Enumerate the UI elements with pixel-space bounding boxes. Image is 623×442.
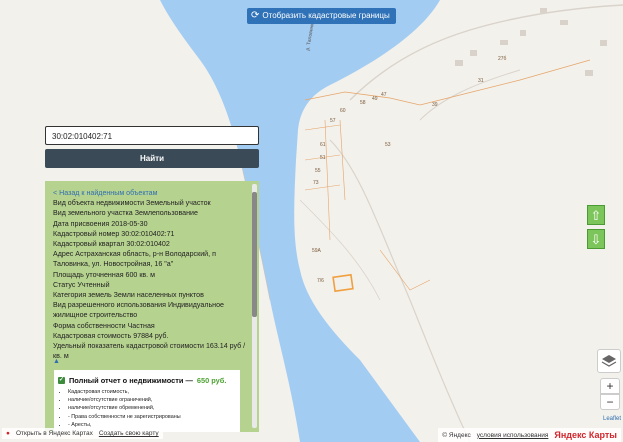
find-button[interactable]: Найти xyxy=(45,149,259,168)
map-label-57: 57 xyxy=(330,118,336,124)
footer-right: © Яндекс условия использования Яндекс Ка… xyxy=(438,428,621,442)
info-line: Вид земельного участка Землепользование xyxy=(53,209,198,218)
panel-scrollbar[interactable] xyxy=(252,184,257,428)
map-label-60: 60 xyxy=(340,108,346,114)
map-label-58: 58 xyxy=(360,100,366,106)
map-label-76: 7/6 xyxy=(317,278,324,284)
info-line: Форма собственности Частная xyxy=(53,321,155,330)
zoom-out-button[interactable]: − xyxy=(600,394,620,410)
report-items: Кадастровая стоимость, наличие/отсутстви… xyxy=(58,388,181,429)
map-label-39: 39 xyxy=(432,102,438,108)
terms-link[interactable]: условия использования xyxy=(477,432,549,439)
info-line: Кадастровый квартал 30:02:010402 xyxy=(53,240,170,249)
arrow-down-icon[interactable]: ⇩ xyxy=(587,229,605,249)
arrow-up-icon[interactable]: ⇧ xyxy=(587,205,605,225)
scrollbar-thumb[interactable] xyxy=(252,192,257,317)
info-line: Площадь уточненная 600 кв. м xyxy=(53,270,156,279)
open-in-yandex-link[interactable]: Открыть в Яндекс Картах xyxy=(16,430,93,437)
map-label-59a: 59А xyxy=(312,248,321,254)
report-checkbox[interactable]: ✓ xyxy=(58,377,65,384)
report-item: наличие/отсутствие ограничений, xyxy=(68,396,181,404)
report-header: ✓ Полный отчет о недвижимости — 650 руб. xyxy=(58,376,226,385)
info-line: Кадастровый номер 30:02:010402:71 xyxy=(53,229,175,238)
collapse-toggle[interactable]: ▲ xyxy=(53,358,60,365)
info-line: Удельный показатель кадастровой стоимост… xyxy=(53,342,246,361)
copyright-text: © Яндекс xyxy=(442,431,471,439)
zoom-in-button[interactable]: + xyxy=(600,378,620,394)
map-footer: ● Открыть в Яндекс Картах Создать свою к… xyxy=(0,428,623,442)
info-line: Адрес Астраханская область, р-н Володарс… xyxy=(53,250,216,269)
info-line: Статус Учтенный xyxy=(53,280,110,289)
map-label-53: 53 xyxy=(385,142,391,148)
full-report-card[interactable]: ✓ Полный отчет о недвижимости — 650 руб.… xyxy=(54,370,240,432)
refresh-icon: ⟳ xyxy=(251,10,260,21)
cadastral-search-input[interactable]: 30:02:010402:71 xyxy=(45,126,259,145)
show-cadastral-boundaries-label: Отобразить кадастровые границы xyxy=(262,11,390,20)
map-label-73: 73 xyxy=(313,180,319,186)
yandex-maps-logo[interactable]: Яндекс Карты xyxy=(554,430,617,440)
info-panel: < Назад к найденным объектам Вид объекта… xyxy=(45,181,259,432)
report-item: наличие/отсутствие обременений, xyxy=(68,404,181,412)
info-line: Вид объекта недвижимости Земельный участ… xyxy=(53,199,211,208)
leaflet-link[interactable]: Leaflet xyxy=(603,416,621,422)
report-price: 650 руб. xyxy=(196,376,227,385)
info-line: Кадастровая стоимость 97884 руб. xyxy=(53,331,169,340)
info-line: Вид разрешенного использования Индивидуа… xyxy=(53,301,224,320)
back-link[interactable]: < Назад к найденным объектам xyxy=(53,188,247,198)
map-label-27b: 27б xyxy=(498,56,507,62)
map-label-49: 49 xyxy=(372,96,378,102)
map-label-55: 55 xyxy=(315,168,321,174)
report-item: - Права собственности не зарегистрирован… xyxy=(68,413,181,421)
map-label-61: 61 xyxy=(320,142,326,148)
report-title: Полный отчет о недвижимости — xyxy=(69,376,193,385)
layers-button[interactable] xyxy=(597,349,621,373)
show-cadastral-boundaries-button[interactable]: ⟳ Отобразить кадастровые границы xyxy=(247,8,396,24)
report-item: Кадастровая стоимость, xyxy=(68,388,181,396)
info-content: < Назад к найденным объектам Вид объекта… xyxy=(53,188,247,361)
map-label-31: 31 xyxy=(478,78,484,84)
layers-icon xyxy=(601,355,617,367)
info-line: Категория земель Земли населенных пункто… xyxy=(53,291,204,300)
map-label-47: 47 xyxy=(381,92,387,98)
info-line: Дата присвоения 2018-05-30 xyxy=(53,219,148,228)
map-label-51: 51 xyxy=(320,155,326,161)
map-pin-icon: ● xyxy=(6,430,10,437)
footer-left: ● Открыть в Яндекс Картах Создать свою к… xyxy=(2,428,163,439)
create-map-link[interactable]: Создать свою карту xyxy=(99,430,159,437)
